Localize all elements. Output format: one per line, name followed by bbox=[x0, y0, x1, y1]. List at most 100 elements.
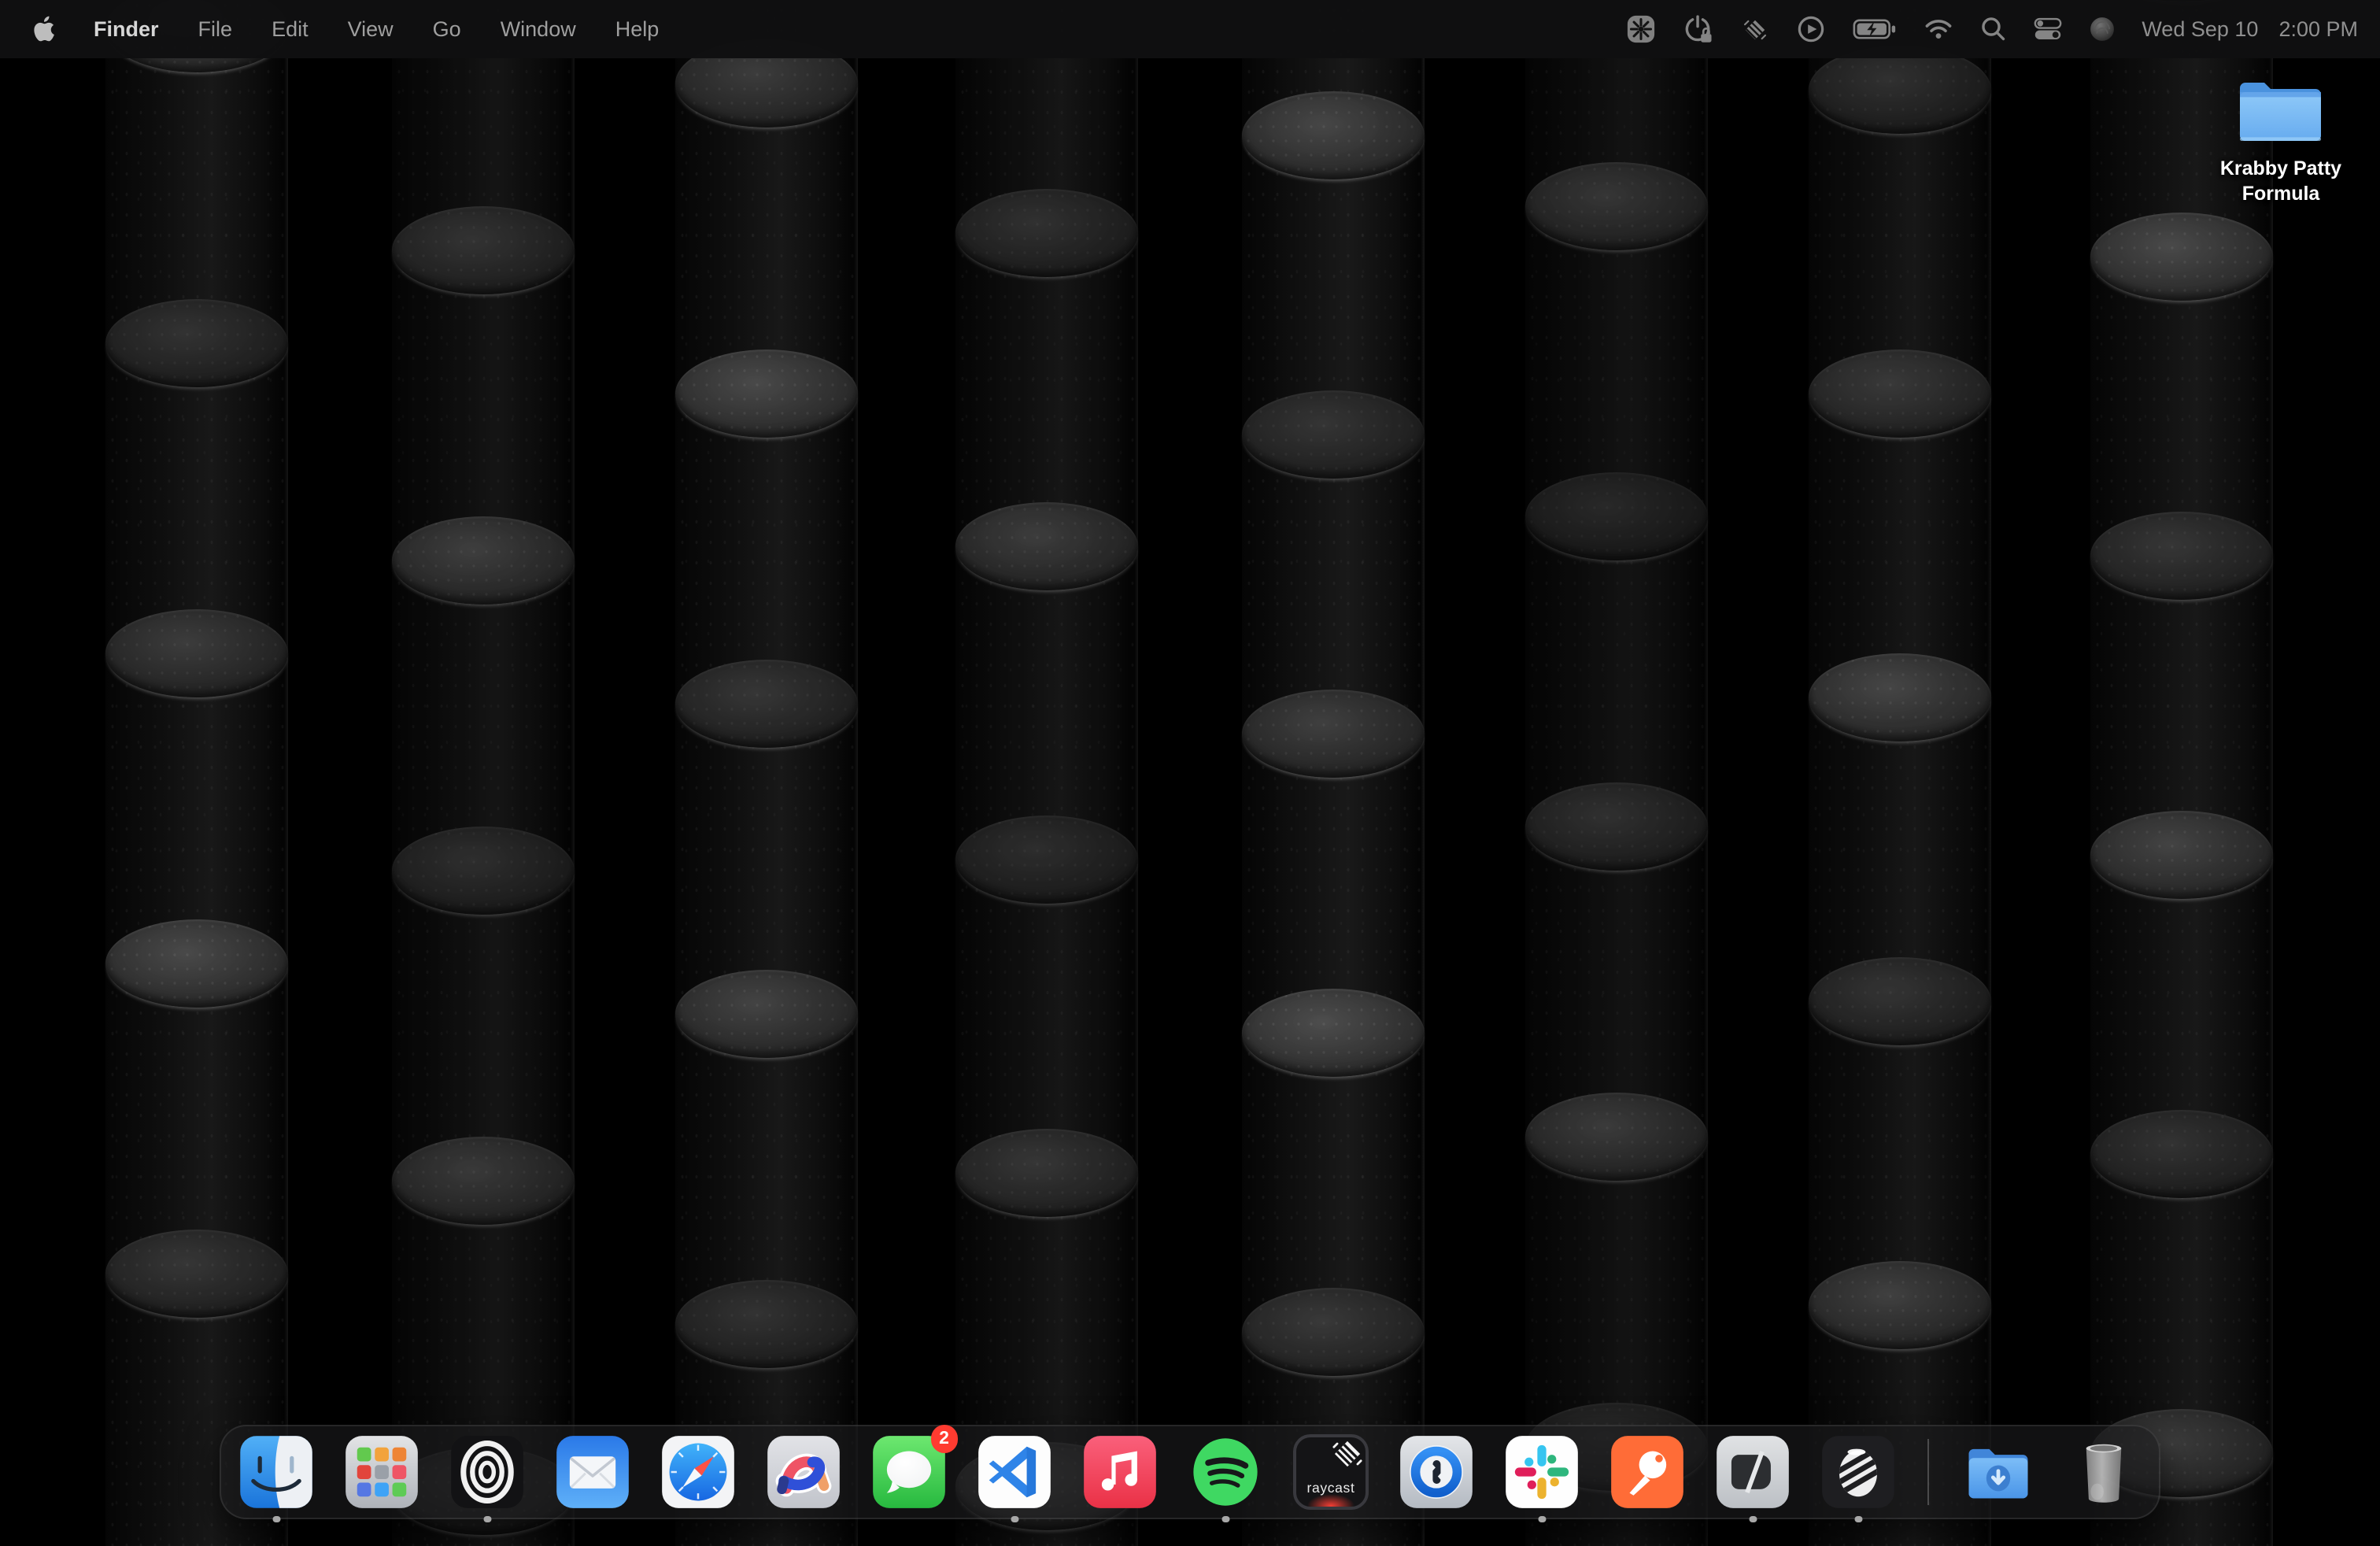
wallpaper-cylinder-cap bbox=[1809, 653, 1991, 742]
burst-icon[interactable] bbox=[1613, 0, 1669, 58]
spotify-icon bbox=[1186, 1433, 1265, 1511]
vscode-icon bbox=[975, 1433, 1054, 1511]
wallpaper-cylinder-cap bbox=[105, 609, 288, 697]
wallpaper-cylinder-cap bbox=[1525, 1093, 1708, 1181]
wallpaper-cylinder-cap bbox=[1809, 46, 1991, 134]
wallpaper-cylinder-cap bbox=[1525, 162, 1708, 250]
wallpaper bbox=[0, 0, 2380, 1546]
safari-icon bbox=[659, 1433, 737, 1511]
dock-item-concentric-circles-app[interactable] bbox=[448, 1433, 527, 1511]
wallpaper-cylinder-cap bbox=[1242, 989, 1425, 1077]
running-indicator bbox=[1011, 1515, 1018, 1522]
wallpaper-cylinder-cap bbox=[675, 970, 858, 1058]
downloads-folder-icon bbox=[1959, 1433, 2038, 1511]
striped-sphere-app-icon bbox=[1819, 1433, 1898, 1511]
dock-item-finder[interactable] bbox=[237, 1433, 316, 1511]
dock: 2 raycast bbox=[220, 1425, 2160, 1519]
wallpaper-cylinder-cap bbox=[955, 502, 1138, 590]
dock-item-safari[interactable] bbox=[659, 1433, 737, 1511]
wallpaper-cylinder-cap bbox=[2090, 512, 2273, 600]
dock-item-spotify[interactable] bbox=[1186, 1433, 1265, 1511]
wallpaper-cylinder-cap bbox=[1809, 1261, 1991, 1349]
wallpaper-cylinder-cap bbox=[955, 816, 1138, 904]
siri-orb-icon[interactable] bbox=[2075, 0, 2129, 58]
menu-bar-left: Finder File Edit View Go Window Help bbox=[0, 0, 678, 58]
now-playing-icon[interactable] bbox=[1783, 0, 1839, 58]
menubar-time: 2:00 PM bbox=[2278, 17, 2358, 41]
raycast-label: raycast bbox=[1296, 1480, 1366, 1496]
macos-desktop: Finder File Edit View Go Window Help bbox=[0, 0, 2380, 1546]
menu-item-finder[interactable]: Finder bbox=[74, 0, 179, 58]
wallpaper-cylinder-column bbox=[955, 0, 1138, 1546]
dock-item-d-logo-app[interactable] bbox=[1713, 1433, 1792, 1511]
wallpaper-cylinder-cap bbox=[675, 660, 858, 748]
wallpaper-cylinder-cap bbox=[955, 189, 1138, 277]
dock-item-striped-sphere-app[interactable] bbox=[1819, 1433, 1898, 1511]
wallpaper-cylinder-cap bbox=[392, 206, 575, 294]
folder-label: Krabby Patty Formula bbox=[2207, 157, 2355, 206]
menu-item-file[interactable]: File bbox=[179, 0, 253, 58]
postman-icon bbox=[1608, 1433, 1687, 1511]
dock-item-raycast[interactable]: raycast bbox=[1292, 1433, 1370, 1511]
dock-item-slack[interactable] bbox=[1502, 1433, 1581, 1511]
dock-item-mail[interactable] bbox=[553, 1433, 632, 1511]
menubar-clock[interactable]: Wed Sep 10 2:00 PM bbox=[2142, 17, 2358, 41]
dock-item-postman[interactable] bbox=[1608, 1433, 1687, 1511]
concentric-circles-app-icon bbox=[448, 1433, 527, 1511]
wallpaper-cylinder-cap bbox=[675, 350, 858, 438]
finder-icon bbox=[237, 1433, 316, 1511]
wallpaper-cylinder-column bbox=[2090, 0, 2273, 1546]
wallpaper-cylinder-cap bbox=[392, 827, 575, 915]
d-logo-app-icon bbox=[1713, 1433, 1792, 1511]
wallpaper-cylinder-cap bbox=[1809, 957, 1991, 1045]
folder-icon bbox=[2207, 76, 2355, 148]
wallpaper-cylinder-column bbox=[105, 0, 288, 1546]
menu-item-view[interactable]: View bbox=[328, 0, 413, 58]
arc-browser-icon bbox=[764, 1433, 843, 1511]
wallpaper-cylinder-column bbox=[1525, 0, 1708, 1546]
raycast-menubar-icon[interactable] bbox=[1728, 0, 1783, 58]
menu-bar-status-area: Wed Sep 10 2:00 PM bbox=[1613, 0, 2380, 58]
dock-item-1password[interactable] bbox=[1397, 1433, 1476, 1511]
wallpaper-cylinder-column bbox=[675, 0, 858, 1546]
running-indicator bbox=[1855, 1515, 1862, 1522]
dock-item-messages[interactable]: 2 bbox=[870, 1433, 948, 1511]
slack-icon bbox=[1502, 1433, 1581, 1511]
wifi-icon[interactable] bbox=[1910, 0, 1967, 58]
music-icon bbox=[1081, 1433, 1159, 1511]
launchpad-icon bbox=[342, 1433, 421, 1511]
battery-charging-icon[interactable] bbox=[1839, 0, 1910, 58]
wallpaper-cylinder-cap bbox=[392, 516, 575, 605]
running-indicator bbox=[1539, 1515, 1546, 1522]
dock-item-trash[interactable] bbox=[2064, 1433, 2143, 1511]
menu-bar: Finder File Edit View Go Window Help bbox=[0, 0, 2380, 58]
wallpaper-cylinder-cap bbox=[1242, 91, 1425, 179]
screen-lock-icon[interactable] bbox=[1669, 0, 1728, 58]
wallpaper-cylinder-cap bbox=[105, 1230, 288, 1318]
wallpaper-cylinder-cap bbox=[105, 299, 288, 387]
running-indicator bbox=[1222, 1515, 1229, 1522]
wallpaper-cylinder-cap bbox=[392, 1137, 575, 1225]
raycast-red-glow bbox=[1306, 1494, 1355, 1510]
wallpaper-cylinder-cap bbox=[1809, 350, 1991, 438]
wallpaper-cylinder-column bbox=[1242, 0, 1425, 1546]
control-center-icon[interactable] bbox=[2020, 0, 2075, 58]
dock-item-arc-browser[interactable] bbox=[764, 1433, 843, 1511]
wallpaper-cylinder-cap bbox=[1242, 690, 1425, 778]
apple-menu-icon[interactable] bbox=[0, 0, 74, 58]
menu-item-help[interactable]: Help bbox=[596, 0, 679, 58]
menu-item-edit[interactable]: Edit bbox=[252, 0, 328, 58]
wallpaper-cylinder-cap bbox=[1525, 472, 1708, 560]
dock-divider bbox=[1927, 1439, 1929, 1505]
dock-item-vscode[interactable] bbox=[975, 1433, 1054, 1511]
running-indicator bbox=[1750, 1515, 1757, 1522]
dock-item-downloads-folder[interactable] bbox=[1959, 1433, 2038, 1511]
spotlight-icon[interactable] bbox=[1967, 0, 2020, 58]
menu-item-go[interactable]: Go bbox=[413, 0, 481, 58]
wallpaper-cylinder-cap bbox=[2090, 1110, 2273, 1198]
dock-item-launchpad[interactable] bbox=[342, 1433, 421, 1511]
menu-item-window[interactable]: Window bbox=[481, 0, 596, 58]
dock-item-music[interactable] bbox=[1081, 1433, 1159, 1511]
mail-icon bbox=[553, 1433, 632, 1511]
desktop-folder-krabby-patty[interactable]: Krabby Patty Formula bbox=[2207, 76, 2355, 206]
